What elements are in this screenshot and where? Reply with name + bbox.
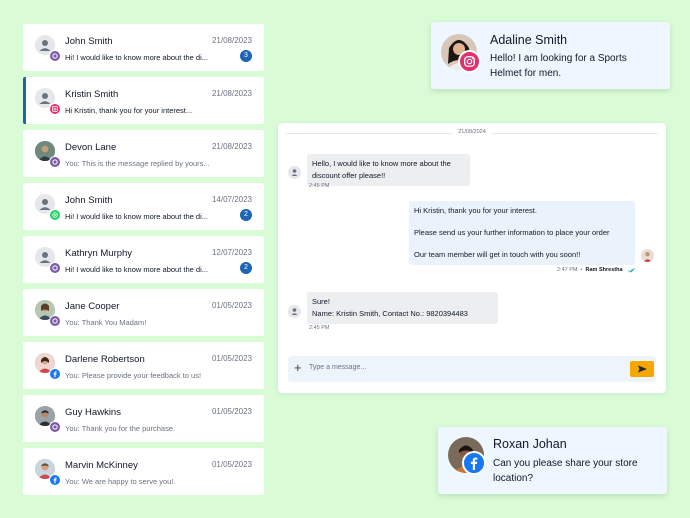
- contact-name: Kristin Smith: [65, 89, 119, 100]
- message-time: 2:47 PM: [557, 267, 578, 273]
- avatar: [35, 141, 61, 168]
- whatsapp-icon: [49, 209, 61, 221]
- message-preview: Hi Kristin, thank you for your interest.…: [65, 106, 193, 115]
- message-time: 2:45 PM: [309, 325, 330, 331]
- contact-avatar-icon: [288, 166, 301, 179]
- message-line: Name: Kristin Smith, Contact No.: 982039…: [312, 309, 468, 318]
- instagram-icon: [49, 103, 61, 115]
- avatar: [35, 300, 61, 327]
- avatar: [35, 194, 61, 221]
- notification-message: Hello! I am looking for a Sports Helmet …: [490, 53, 627, 79]
- message-date: 21/08/2023: [211, 36, 252, 45]
- message-preview: You: This is the message replied by your…: [65, 159, 210, 168]
- message-date: 21/08/2023: [211, 89, 252, 98]
- notification-sender-name: Roxan Johan: [493, 437, 567, 451]
- agent-avatar-icon: [641, 249, 654, 262]
- viber-icon: [49, 315, 61, 327]
- facebook-icon: [462, 451, 486, 475]
- viber-icon: [49, 50, 61, 62]
- contact-name: Kathryn Murphy: [65, 248, 133, 259]
- message-line: Our team member will get in touch with y…: [414, 250, 581, 259]
- attach-plus-icon[interactable]: +: [294, 361, 302, 375]
- incoming-message: Hello, I would like to know more about t…: [307, 154, 470, 186]
- contact-name: Devon Lane: [65, 142, 117, 153]
- conversation-item[interactable]: Jane Cooper 01/05/2023 You: Thank You Ma…: [23, 289, 264, 336]
- contact-name: Jane Cooper: [65, 301, 120, 312]
- conversation-item[interactable]: Devon Lane 21/08/2023 You: This is the m…: [23, 130, 264, 177]
- contact-name: John Smith: [65, 195, 113, 206]
- conversation-item[interactable]: Guy Hawkins 01/05/2023 You: Thank you fo…: [23, 395, 264, 442]
- date-separator: 21/08/2024: [452, 129, 492, 135]
- message-preview: You: Thank You Madam!: [65, 318, 147, 327]
- message-composer: + Type a message...: [288, 356, 656, 382]
- message-preview: Hi! I would like to know more about the …: [65, 212, 208, 221]
- conversation-item-active[interactable]: Kristin Smith 21/08/2023 Hi Kristin, tha…: [23, 77, 264, 124]
- contact-name: Guy Hawkins: [65, 407, 121, 418]
- conversation-list: John Smith 21/08/2023 Hi! I would like t…: [23, 24, 264, 501]
- message-date: 21/08/2023: [211, 142, 252, 151]
- message-input[interactable]: Type a message...: [309, 364, 366, 371]
- conversation-item[interactable]: John Smith 14/07/2023 Hi! I would like t…: [23, 183, 264, 230]
- message-line: Hello, I would like to know more about t…: [312, 159, 451, 168]
- facebook-icon: [49, 474, 61, 486]
- contact-name: Darlene Robertson: [65, 354, 145, 365]
- incoming-message: Sure! Name: Kristin Smith, Contact No.: …: [307, 292, 498, 324]
- message-line: Please send us your further information …: [414, 228, 610, 237]
- avatar: [35, 406, 61, 433]
- unread-count-badge: 2: [240, 262, 252, 274]
- message-preview: You: Thank you for the purchase.: [65, 424, 176, 433]
- instagram-icon: [458, 50, 481, 73]
- conversation-item[interactable]: John Smith 21/08/2023 Hi! I would like t…: [23, 24, 264, 71]
- unread-count-badge: 2: [240, 209, 252, 221]
- conversation-item[interactable]: Darlene Robertson 01/05/2023 You: Please…: [23, 342, 264, 389]
- message-date: 01/05/2023: [211, 407, 252, 416]
- contact-name: Marvin McKinney: [65, 460, 138, 471]
- avatar: [35, 247, 61, 274]
- message-line: discount offer please!!: [312, 171, 386, 180]
- avatar: [35, 88, 61, 115]
- unread-count-badge: 3: [240, 50, 252, 62]
- message-date: 01/05/2023: [211, 354, 252, 363]
- notification-card[interactable]: Adaline Smith Hello! I am looking for a …: [431, 22, 670, 89]
- message-line: Hi Kristin, thank you for your interest.: [414, 206, 537, 215]
- message-line: Sure!: [312, 297, 330, 306]
- avatar: [35, 35, 61, 62]
- message-preview: You: We are happy to serve you!.: [65, 477, 176, 486]
- message-date: 01/05/2023: [211, 301, 252, 310]
- chat-panel: 21/08/2024 Hello, I would like to know m…: [278, 123, 666, 393]
- viber-icon: [49, 421, 61, 433]
- notification-sender-name: Adaline Smith: [490, 33, 568, 47]
- facebook-icon: [49, 368, 61, 380]
- conversation-item[interactable]: Kathryn Murphy 12/07/2023 Hi! I would li…: [23, 236, 264, 283]
- message-preview: Hi! I would like to know more about the …: [65, 265, 208, 274]
- viber-icon: [49, 156, 61, 168]
- avatar: [35, 459, 61, 486]
- notification-message: Can you please share your store location…: [493, 458, 638, 484]
- message-meta: 2:47 PM • Ram Shrestha: [557, 267, 623, 273]
- message-time: 2:45 PM: [309, 183, 330, 189]
- avatar: [35, 353, 61, 380]
- message-date: 01/05/2023: [211, 460, 252, 469]
- conversation-item[interactable]: Marvin McKinney 01/05/2023 You: We are h…: [23, 448, 264, 495]
- outgoing-message: Hi Kristin, thank you for your interest.…: [409, 201, 635, 265]
- send-button[interactable]: [630, 361, 654, 377]
- viber-icon: [49, 262, 61, 274]
- contact-avatar-icon: [288, 305, 301, 318]
- message-date: 14/07/2023: [211, 195, 252, 204]
- notification-card[interactable]: Roxan Johan Can you please share your st…: [438, 427, 667, 494]
- message-preview: Hi! I would like to know more about the …: [65, 53, 208, 62]
- message-preview: You: Please provide your feedback to us!: [65, 371, 202, 380]
- contact-name: John Smith: [65, 36, 113, 47]
- message-date: 12/07/2023: [211, 248, 252, 257]
- sender-name: Ram Shrestha: [585, 267, 623, 273]
- double-check-icon: [628, 268, 636, 273]
- send-icon: [638, 365, 647, 373]
